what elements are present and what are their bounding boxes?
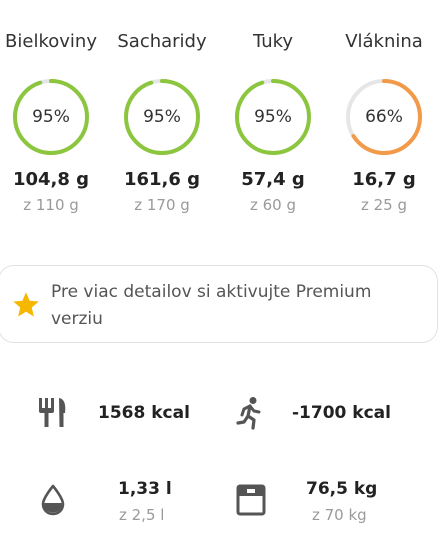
macro-name: Tuky [252,31,294,52]
ring-percent: 95% [32,107,70,127]
macro-value: 161,6 g [123,169,201,190]
running-person-icon [236,397,261,430]
weight-goal: z 70 kg [312,506,367,524]
water-goal: z 2,5 l [119,506,165,524]
star-icon [13,292,39,317]
macro-goal: z 170 g [134,196,190,214]
stat-weight[interactable]: 76,5 kg z 70 kg [222,474,444,530]
macro-name: Bielkoviny [5,31,97,52]
premium-message: Pre viac detailov si aktivujte Premium v… [51,282,372,329]
stat-food[interactable]: 1568 kcal [0,390,222,440]
ring-percent: 95% [143,107,181,127]
scale-icon [236,484,266,516]
progress-ring: 66% [345,78,423,156]
premium-banner[interactable]: Pre viac detailov si aktivujte Premium v… [0,265,438,343]
macro-value: 104,8 g [12,169,90,190]
progress-ring: 95% [123,78,201,156]
food-calories: 1568 kcal [98,403,190,423]
macro-name: Vláknina [345,31,423,52]
ring-percent: 95% [254,107,292,127]
water-value: 1,33 l [118,479,172,499]
stat-water[interactable]: 1,33 l z 2,5 l [0,474,222,530]
fork-knife-icon [39,398,66,427]
weight-value: 76,5 kg [306,479,378,499]
macro-name: Sacharidy [117,31,207,52]
macro-summary: Bielkoviny 95% 104,8 g z 110 g Sacharidy… [0,0,444,230]
progress-ring: 95% [234,78,312,156]
macro-value: 16,7 g [352,169,416,190]
macro-goal: z 25 g [360,196,408,214]
macro-goal: z 110 g [23,196,79,214]
macro-goal: z 60 g [249,196,297,214]
macro-value: 57,4 g [241,169,305,190]
ring-percent: 66% [365,107,403,127]
progress-ring: 95% [12,78,90,156]
stat-activity[interactable]: -1700 kcal [222,390,444,440]
water-drop-icon [41,484,65,516]
activity-calories: -1700 kcal [292,403,391,423]
